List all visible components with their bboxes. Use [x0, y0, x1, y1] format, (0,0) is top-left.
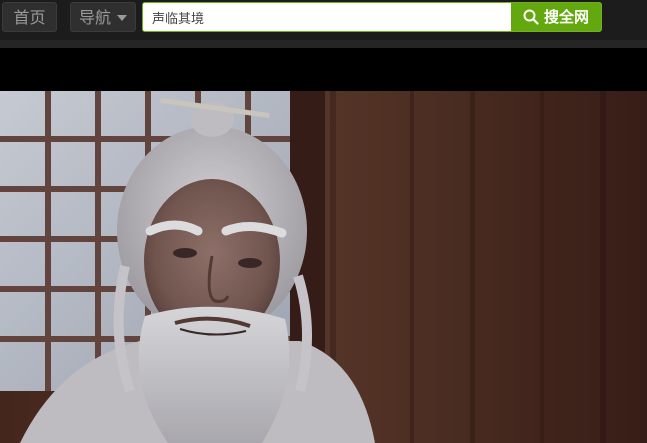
divider-strip: [0, 40, 647, 48]
navigation-label: 导航: [79, 8, 112, 27]
search-input[interactable]: [143, 3, 511, 31]
chevron-down-icon: [117, 15, 127, 21]
top-navigation-bar: 首页 导航 搜全网: [0, 0, 647, 41]
video-player-frame[interactable]: [0, 91, 647, 443]
search-all-web-button[interactable]: 搜全网: [511, 3, 601, 31]
home-button[interactable]: 首页: [2, 2, 57, 32]
video-letterbox: [0, 48, 647, 91]
video-still-image: [0, 91, 647, 443]
search-bar: 搜全网: [142, 2, 602, 32]
search-button-label: 搜全网: [543, 8, 589, 26]
navigation-dropdown-button[interactable]: 导航: [70, 2, 136, 32]
search-icon: [523, 9, 539, 25]
